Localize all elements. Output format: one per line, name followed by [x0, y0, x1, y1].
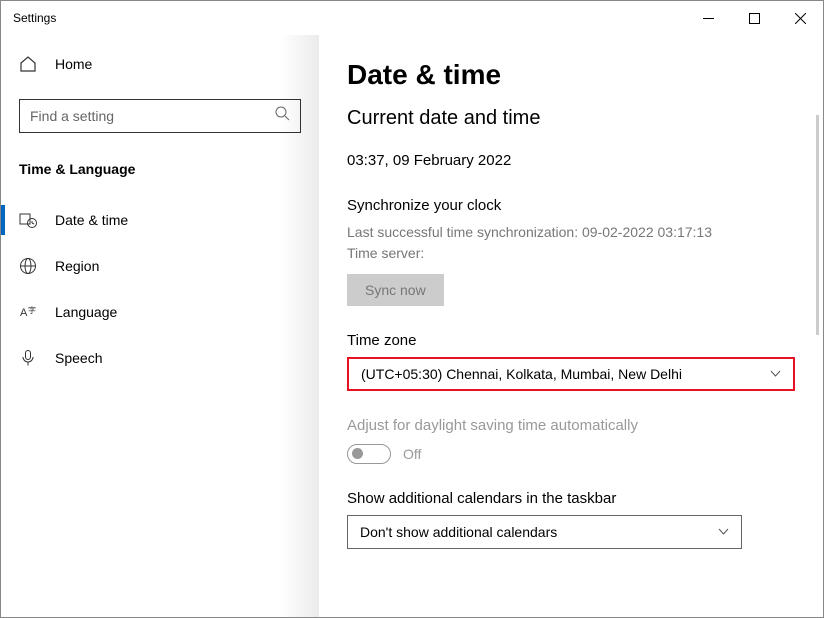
sync-heading: Synchronize your clock [347, 197, 795, 214]
maximize-button[interactable] [731, 1, 777, 35]
current-datetime: 03:37, 09 February 2022 [347, 152, 795, 169]
timezone-label: Time zone [347, 332, 795, 349]
scrollbar[interactable] [816, 115, 819, 335]
datetime-icon [19, 211, 37, 229]
dst-toggle-state: Off [403, 446, 421, 462]
sidebar-item-label: Language [55, 304, 117, 320]
svg-text:字: 字 [28, 305, 36, 315]
sidebar-item-datetime[interactable]: Date & time [19, 197, 301, 243]
timezone-value: (UTC+05:30) Chennai, Kolkata, Mumbai, Ne… [361, 366, 682, 382]
dst-label: Adjust for daylight saving time automati… [347, 417, 795, 434]
globe-icon [19, 257, 37, 275]
timezone-select[interactable]: (UTC+05:30) Chennai, Kolkata, Mumbai, Ne… [347, 357, 795, 391]
sidebar-item-speech[interactable]: Speech [19, 335, 301, 381]
search-input[interactable] [19, 99, 301, 133]
language-icon: A字 [19, 303, 37, 321]
home-label: Home [55, 56, 92, 72]
sidebar-item-language[interactable]: A字 Language [19, 289, 301, 335]
chevron-down-icon [718, 524, 729, 540]
page-title: Date & time [347, 59, 795, 91]
additional-calendars-value: Don't show additional calendars [360, 524, 557, 540]
sidebar-item-label: Region [55, 258, 99, 274]
category-heading: Time & Language [19, 161, 301, 177]
sidebar-item-region[interactable]: Region [19, 243, 301, 289]
sync-last-text: Last successful time synchronization: 09… [347, 222, 795, 243]
minimize-button[interactable] [685, 1, 731, 35]
chevron-down-icon [770, 366, 781, 382]
microphone-icon [19, 349, 37, 367]
svg-text:A: A [20, 307, 28, 319]
sidebar-item-label: Date & time [55, 212, 128, 228]
search-icon [275, 106, 290, 126]
dst-toggle [347, 444, 391, 464]
window-title: Settings [13, 11, 56, 25]
additional-calendars-select[interactable]: Don't show additional calendars [347, 515, 742, 549]
sync-server-text: Time server: [347, 243, 795, 264]
sync-now-button[interactable]: Sync now [347, 274, 444, 306]
subtitle: Current date and time [347, 107, 795, 130]
home-icon [19, 55, 37, 73]
search-field[interactable] [30, 108, 275, 124]
close-button[interactable] [777, 1, 823, 35]
additional-calendars-label: Show additional calendars in the taskbar [347, 490, 795, 507]
sidebar-item-label: Speech [55, 350, 102, 366]
home-link[interactable]: Home [19, 49, 301, 79]
